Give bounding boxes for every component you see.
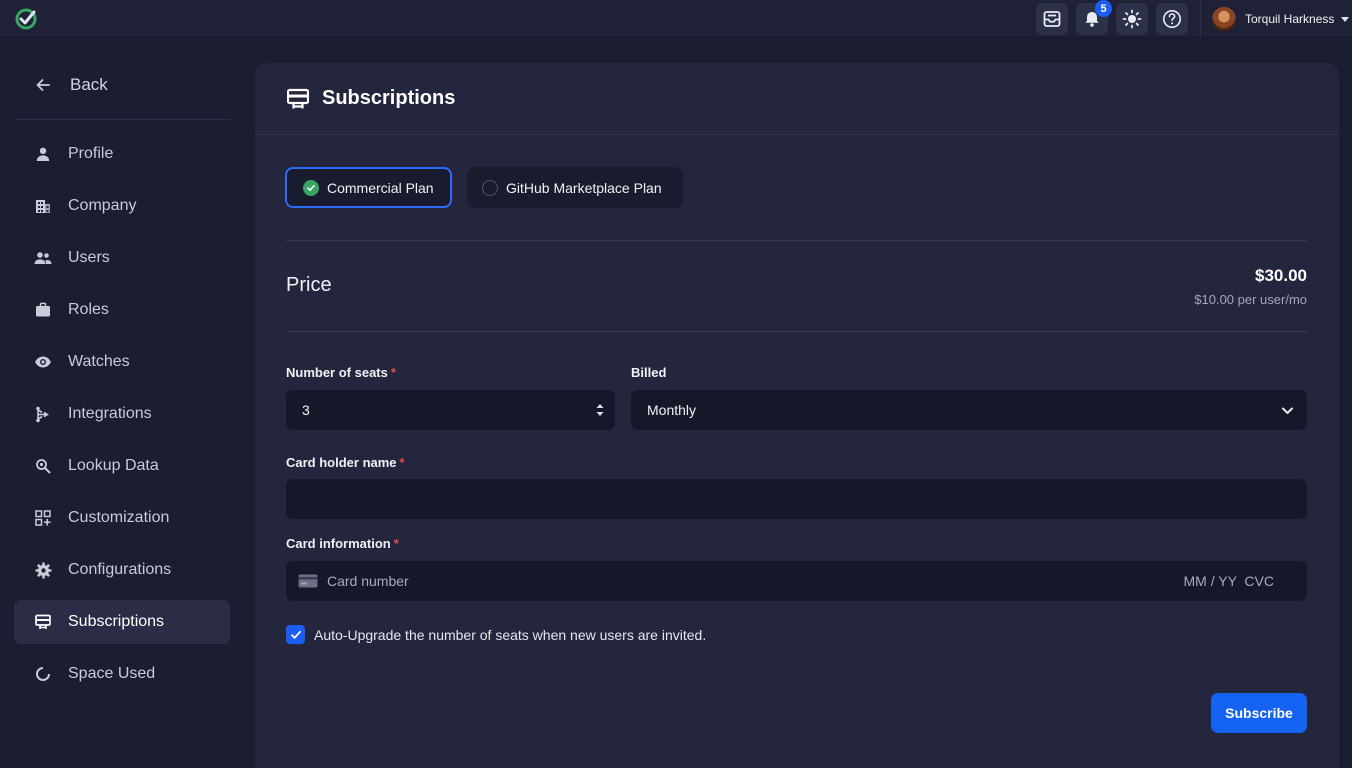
auto-upgrade-checkbox[interactable]: Auto-Upgrade the number of seats when ne… [286,625,706,644]
price-per-user: $10.00 per user/mo [1194,292,1307,307]
sidebar-item-profile[interactable]: Profile [14,132,230,176]
back-label: Back [70,75,108,94]
sidebar-item-company[interactable]: Company [14,184,230,228]
grid-plus-icon [34,509,52,527]
magnifier-icon [34,457,52,475]
sidebar-item-label: Watches [68,353,130,370]
person-icon [34,145,52,163]
inbox-icon [1043,11,1061,27]
divider [286,240,1307,241]
plan-option-github-marketplace[interactable]: GitHub Marketplace Plan [467,167,683,208]
notifications-badge: 5 [1095,0,1112,17]
user-name: Torquil Harkness [1245,12,1335,26]
sidebar-item-customization[interactable]: Customization [14,496,230,540]
caret-down-icon [1341,16,1350,22]
help-button[interactable] [1156,3,1188,35]
briefcase-icon [34,301,52,319]
seats-label-text: Number of seats [286,365,388,380]
cardholder-label: Card holder name * [286,455,405,470]
card-information-input[interactable]: Card number MM / YY CVC [286,561,1307,601]
sidebar-item-label: Profile [68,145,114,162]
radio-unchecked-icon [482,179,498,196]
chevron-down-icon [1282,407,1293,414]
seats-value: 3 [302,402,310,418]
plan-label: GitHub Marketplace Plan [506,179,662,196]
avatar [1212,7,1236,31]
sidebar: Back Profile Company Users Roles Watches [0,38,244,768]
page-title: Subscriptions [322,87,456,109]
seats-input[interactable]: 3 [286,390,615,430]
required-mark: * [393,536,399,551]
cardholder-name-input[interactable] [286,479,1307,519]
billed-label: Billed [631,365,667,380]
subscriptions-icon [34,613,52,631]
panel-header: Subscriptions [255,63,1339,135]
required-mark: * [399,455,405,470]
sidebar-item-label: Roles [68,301,109,318]
sidebar-item-lookup-data[interactable]: Lookup Data [14,444,230,488]
sidebar-item-label: Space Used [68,665,156,682]
divider [286,331,1307,332]
sidebar-item-label: Lookup Data [68,457,159,474]
subscriptions-icon [287,88,309,108]
building-icon [34,197,52,215]
required-mark: * [390,365,396,380]
sidebar-item-users[interactable]: Users [14,236,230,280]
card-number-placeholder: Card number [327,573,409,589]
eye-icon [34,353,52,371]
subscribe-button[interactable]: Subscribe [1211,693,1307,733]
sidebar-item-label: Configurations [68,561,172,578]
top-bar: 5 Torquil Harkness [0,0,1352,38]
check-circle-icon [303,179,319,196]
integrations-icon [34,405,52,423]
card-info-label-text: Card information [286,536,391,551]
pie-icon [34,665,52,683]
sidebar-item-configurations[interactable]: Configurations [14,548,230,592]
plan-option-commercial[interactable]: Commercial Plan [285,167,452,208]
users-icon [34,249,52,267]
sidebar-item-label: Customization [68,509,170,526]
sidebar-item-space-used[interactable]: Space Used [14,652,230,696]
cardholder-label-text: Card holder name [286,455,397,470]
gear-icon [34,561,52,579]
card-expiry-cvc: MM / YY CVC [1183,573,1274,589]
sidebar-item-label: Subscriptions [68,613,165,630]
sidebar-item-subscriptions[interactable]: Subscriptions [14,600,230,644]
arrow-left-icon [34,76,52,94]
user-menu[interactable]: Torquil Harkness [1212,6,1350,32]
price-label: Price [286,274,332,296]
back-button[interactable]: Back [14,65,230,105]
sidebar-item-label: Users [68,249,110,266]
auto-upgrade-label: Auto-Upgrade the number of seats when ne… [314,626,707,643]
checkbox-checked-icon[interactable] [286,625,305,644]
sidebar-item-roles[interactable]: Roles [14,288,230,332]
sidebar-divider [14,119,230,120]
help-icon [1163,10,1181,28]
app-logo-icon[interactable] [14,7,38,31]
inbox-button[interactable] [1036,3,1068,35]
number-stepper-icon[interactable] [596,401,604,419]
subscriptions-panel: Subscriptions Commercial Plan GitHub Mar… [255,63,1339,768]
price-total: $30.00 [1255,266,1307,285]
billed-value: Monthly [647,402,697,418]
billed-select[interactable]: Monthly [631,390,1307,430]
credit-card-icon [298,574,318,588]
seats-label: Number of seats * [286,365,396,380]
theme-toggle-button[interactable] [1116,3,1148,35]
sidebar-item-label: Integrations [68,405,152,422]
notifications-button[interactable]: 5 [1076,0,1112,35]
card-info-label: Card information * [286,536,399,551]
sidebar-item-label: Company [68,197,137,214]
topbar-divider [1200,0,1201,38]
sidebar-item-watches[interactable]: Watches [14,340,230,384]
plan-label: Commercial Plan [327,179,434,196]
sidebar-item-integrations[interactable]: Integrations [14,392,230,436]
sun-icon [1122,9,1142,29]
